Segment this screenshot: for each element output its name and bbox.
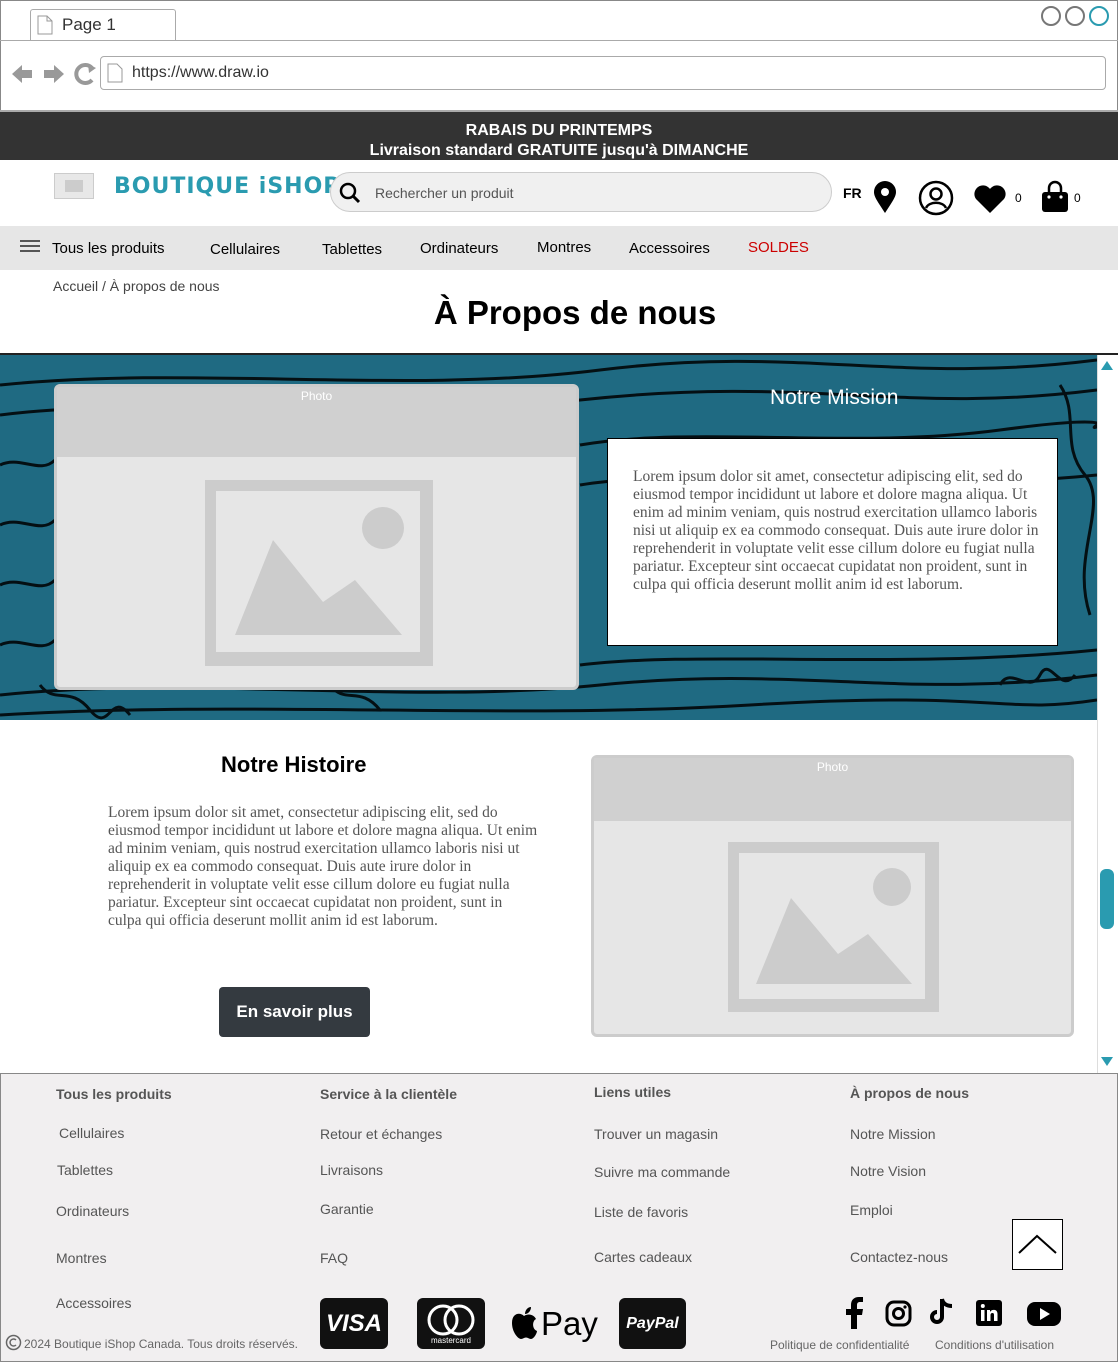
page-title: À Propos de nous <box>433 294 717 331</box>
youtube-icon[interactable] <box>1027 1302 1061 1326</box>
apple-pay-label: Pay <box>541 1305 598 1342</box>
image-placeholder-icon <box>728 842 939 1012</box>
mastercard-logo: mastercard <box>417 1298 485 1349</box>
footer-link[interactable]: FAQ <box>320 1250 348 1266</box>
apple-icon <box>512 1307 537 1339</box>
page-scrollbar[interactable] <box>1097 355 1117 1073</box>
logo-text[interactable]: BOUTIQUE iSHOP <box>114 174 340 199</box>
shopping-bag-icon[interactable] <box>1040 180 1070 214</box>
footer-link[interactable]: Cellulaires <box>59 1125 124 1141</box>
nav-montres[interactable]: Montres <box>537 239 591 256</box>
footer-link[interactable]: Accessoires <box>56 1295 131 1311</box>
nav-tablettes[interactable]: Tablettes <box>322 241 382 258</box>
paypal-label: PayPal <box>626 1315 679 1332</box>
chevron-up-icon <box>1018 1234 1057 1254</box>
nav-ordinateurs[interactable]: Ordinateurs <box>420 240 498 257</box>
history-photo: Photo <box>591 755 1074 1037</box>
footer-heading-about: À propos de nous <box>850 1085 969 1101</box>
mission-title: Notre Mission <box>770 386 899 409</box>
tab-title: Page 1 <box>62 15 116 34</box>
menu-icon[interactable] <box>20 240 42 254</box>
footer-link[interactable]: Notre Mission <box>850 1126 936 1142</box>
terms-of-use-link[interactable]: Conditions d'utilisation <box>935 1338 1054 1352</box>
reload-icon[interactable] <box>74 63 96 85</box>
browser-nav-icons <box>12 63 96 85</box>
language-selector[interactable]: FR <box>843 185 862 201</box>
mission-photo: Photo <box>54 384 579 690</box>
tab-divider <box>0 40 1118 41</box>
wishlist-count: 0 <box>1015 191 1022 205</box>
history-text: Lorem ipsum dolor sit amet, consectetur … <box>108 804 538 929</box>
search-input[interactable]: Rechercher un produit <box>375 185 514 201</box>
footer-heading-products: Tous les produits <box>56 1086 172 1102</box>
location-pin-icon[interactable] <box>872 180 898 214</box>
url-text: https://www.draw.io <box>132 64 269 81</box>
footer-link[interactable]: Trouver un magasin <box>594 1126 718 1142</box>
promo-line-2: Livraison standard GRATUITE jusqu'à DIMA… <box>369 142 749 159</box>
logo-image[interactable] <box>54 173 94 199</box>
copyright-icon <box>5 1334 22 1351</box>
window-button-icon[interactable] <box>1065 6 1085 26</box>
footer-link[interactable]: Garantie <box>320 1201 374 1217</box>
footer-link[interactable]: Livraisons <box>320 1162 383 1178</box>
visa-logo: VISA <box>320 1298 388 1349</box>
photo-caption: Photo <box>816 760 849 774</box>
search-icon[interactable] <box>338 181 362 205</box>
page-icon <box>37 15 53 35</box>
window-button-icon[interactable] <box>1089 6 1109 26</box>
forward-arrow-icon[interactable] <box>44 65 64 83</box>
image-placeholder-icon <box>205 480 433 666</box>
footer-heading-links: Liens utiles <box>594 1084 672 1100</box>
apple-pay-logo: Pay <box>510 1302 602 1348</box>
account-icon[interactable] <box>918 180 954 216</box>
history-title: Notre Histoire <box>221 752 367 777</box>
mission-text-box: Lorem ipsum dolor sit amet, consectetur … <box>607 438 1058 646</box>
breadcrumb[interactable]: Accueil / À propos de nous <box>53 278 220 294</box>
paypal-logo: PayPal <box>619 1298 686 1349</box>
copyright-text: 2024 Boutique iShop Canada. Tous droits … <box>24 1337 298 1351</box>
footer-link[interactable]: Contactez-nous <box>850 1249 948 1265</box>
heart-icon[interactable] <box>973 184 1007 214</box>
tiktok-icon[interactable] <box>929 1297 955 1327</box>
instagram-icon[interactable] <box>885 1300 912 1327</box>
nav-accessoires[interactable]: Accessoires <box>629 240 710 257</box>
cart-count: 0 <box>1074 191 1081 205</box>
page-icon <box>107 63 123 83</box>
photo-caption: Photo <box>300 389 333 403</box>
window-button-icon[interactable] <box>1041 6 1061 26</box>
footer-link[interactable]: Liste de favoris <box>594 1204 688 1220</box>
footer-link[interactable]: Emploi <box>850 1202 893 1218</box>
back-to-top-button[interactable] <box>1012 1219 1063 1270</box>
visa-label: VISA <box>325 1310 382 1337</box>
scroll-down-icon[interactable] <box>1100 1056 1114 1068</box>
nav-all-products[interactable]: Tous les produits <box>52 240 165 257</box>
mastercard-circles-icon <box>427 1304 475 1336</box>
mission-text: Lorem ipsum dolor sit amet, consectetur … <box>633 468 1039 593</box>
facebook-icon[interactable] <box>843 1297 865 1329</box>
linkedin-icon[interactable] <box>976 1300 1002 1326</box>
promo-line-1: RABAIS DU PRINTEMPS <box>465 122 653 139</box>
image-placeholder-icon <box>65 180 83 192</box>
mastercard-label: mastercard <box>430 1336 471 1345</box>
footer-link[interactable]: Ordinateurs <box>56 1203 129 1219</box>
back-arrow-icon[interactable] <box>12 65 32 83</box>
footer-link[interactable]: Notre Vision <box>850 1163 926 1179</box>
footer-heading-service: Service à la clientèle <box>320 1086 457 1102</box>
footer-link[interactable]: Montres <box>56 1250 107 1266</box>
footer-link[interactable]: Tablettes <box>57 1162 113 1178</box>
nav-cellulaires[interactable]: Cellulaires <box>210 241 280 258</box>
footer-link[interactable]: Cartes cadeaux <box>594 1249 692 1265</box>
nav-soldes[interactable]: SOLDES <box>748 239 809 256</box>
privacy-policy-link[interactable]: Politique de confidentialité <box>770 1338 909 1352</box>
scrollbar-thumb[interactable] <box>1100 869 1114 929</box>
learn-more-button[interactable]: En savoir plus <box>219 987 370 1037</box>
promo-banner: RABAIS DU PRINTEMPS Livraison standard G… <box>0 112 1118 160</box>
scroll-up-icon[interactable] <box>1100 359 1114 371</box>
footer-link[interactable]: Suivre ma commande <box>594 1164 730 1180</box>
footer-link[interactable]: Retour et échanges <box>320 1126 442 1142</box>
